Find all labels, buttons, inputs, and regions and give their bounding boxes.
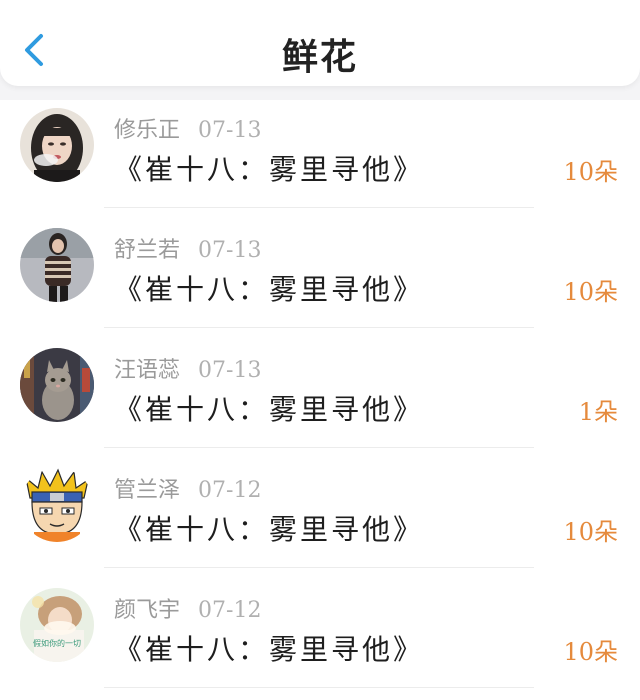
flower-count: 1朵 <box>578 398 618 426</box>
avatar: 假如你的一切 <box>20 588 94 662</box>
flower-count: 10朵 <box>563 518 618 546</box>
book-title: 《崔十八：雾里寻他》 <box>114 153 425 186</box>
nav-bar: 鲜花 <box>0 0 640 86</box>
flower-list: 修乐正 07-13 《崔十八：雾里寻他》 10朵 舒兰若 07-13 《崔十八：雾里… <box>0 100 640 700</box>
sender-meta: 修乐正 07-13 <box>114 112 261 144</box>
flower-count: 10朵 <box>563 278 618 306</box>
list-item[interactable]: 汪语蕊 07-13 《崔十八：雾里寻他》 1朵 <box>0 340 640 460</box>
flower-count: 10朵 <box>563 638 618 666</box>
sender-name: 管兰泽 <box>114 478 181 503</box>
sender-name: 舒兰若 <box>114 238 181 263</box>
send-date: 07-13 <box>198 238 262 263</box>
send-date: 07-13 <box>198 358 262 383</box>
sender-meta: 汪语蕊 07-13 <box>114 352 261 384</box>
sender-meta: 管兰泽 07-12 <box>114 472 261 504</box>
avatar <box>20 468 94 542</box>
avatar-woman-smoking-image <box>20 108 94 182</box>
divider <box>104 447 534 448</box>
divider <box>104 567 534 568</box>
avatar <box>20 228 94 302</box>
list-item[interactable]: 修乐正 07-13 《崔十八：雾里寻他》 10朵 <box>0 100 640 220</box>
divider <box>104 207 534 208</box>
page-title: 鲜花 <box>281 36 358 78</box>
list-item[interactable]: 管兰泽 07-12 《崔十八：雾里寻他》 10朵 <box>0 460 640 580</box>
avatar-woman-striped-top-image <box>20 228 94 302</box>
list-item[interactable]: 舒兰若 07-13 《崔十八：雾里寻他》 10朵 <box>0 220 640 340</box>
book-title: 《崔十八：雾里寻他》 <box>114 633 425 666</box>
avatar-text: 假如你的一切 <box>33 638 81 648</box>
avatar <box>20 348 94 422</box>
send-date: 07-12 <box>198 478 262 503</box>
divider <box>104 327 534 328</box>
flower-count: 10朵 <box>563 158 618 186</box>
sender-meta: 舒兰若 07-13 <box>114 232 261 264</box>
send-date: 07-13 <box>198 118 262 143</box>
avatar <box>20 108 94 182</box>
avatar-illustration-image: 假如你的一切 <box>20 588 94 662</box>
book-title: 《崔十八：雾里寻他》 <box>114 273 425 306</box>
send-date: 07-12 <box>198 598 262 623</box>
sender-name: 汪语蕊 <box>114 358 181 383</box>
list-item[interactable]: 假如你的一切 颜飞宇 07-12 《崔十八：雾里寻他》 10朵 <box>0 580 640 700</box>
book-title: 《崔十八：雾里寻他》 <box>114 393 425 426</box>
book-title: 《崔十八：雾里寻他》 <box>114 513 425 546</box>
sender-name: 颜飞宇 <box>114 598 181 623</box>
sender-name: 修乐正 <box>114 118 181 143</box>
avatar-cat-image <box>20 348 94 422</box>
sender-meta: 颜飞宇 07-12 <box>114 592 261 624</box>
avatar-cartoon-ninja-image <box>20 468 94 542</box>
